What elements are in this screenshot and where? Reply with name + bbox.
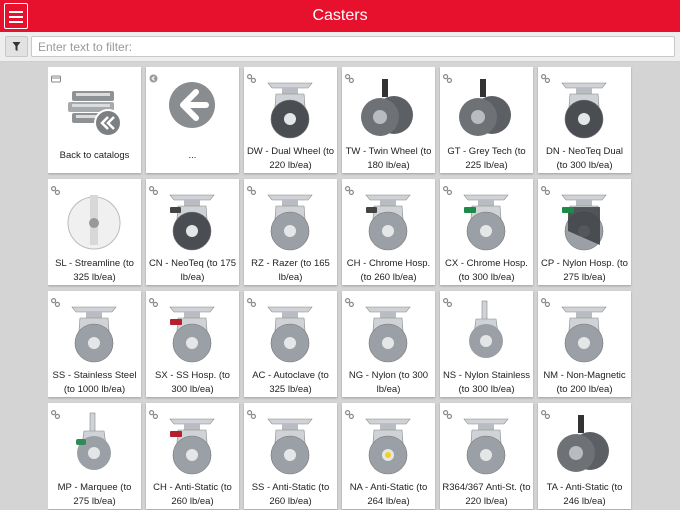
tile-label: RZ - Razer (to 165 lb/ea) [251,258,330,283]
catalog-tile[interactable]: NA - Anti-Static (to 264 lb/ea) [342,403,435,509]
tile-label: AC - Autoclave (to 325 lb/ea) [252,370,329,395]
caster-thumbnail [169,306,215,363]
catalog-tile[interactable]: SS - Stainless Steel (to 1000 lb/ea) [48,291,141,397]
catalog-tile[interactable]: DN - NeoTeq Dual (to 300 lb/ea) [538,67,631,173]
page-title: Casters [312,7,368,24]
tile-label: NG - Nylon (to 300 lb/ea) [348,370,429,395]
filter-button[interactable] [5,36,28,57]
caster-thumbnail [169,418,215,475]
caster-thumbnail [365,194,411,251]
funnel-icon [12,42,21,51]
tile-label: SS - Anti-Static (to 260 lb/ea) [251,482,330,507]
catalog-tile[interactable]: GT - Grey Tech (to 225 lb/ea) [440,67,533,173]
tile-label: DW - Dual Wheel (to 220 lb/ea) [246,146,335,171]
caster-thumbnail [68,91,122,137]
tile-label: NS - Nylon Stainless (to 300 lb/ea) [442,370,531,395]
catalog-tile[interactable]: SX - SS Hosp. (to 300 lb/ea) [146,291,239,397]
catalog-tile[interactable]: CN - NeoTeq (to 175 lb/ea) [146,179,239,285]
catalog-tile[interactable]: SS - Anti-Static (to 260 lb/ea) [244,403,337,509]
tile-label: CP - Nylon Hosp. (to 275 lb/ea) [541,258,628,283]
tile-label: CN - NeoTeq (to 175 lb/ea) [148,258,237,283]
caster-thumbnail [463,418,509,475]
caster-thumbnail [267,306,313,363]
caster-thumbnail [169,194,215,251]
catalog-tile[interactable]: NG - Nylon (to 300 lb/ea) [342,291,435,397]
caster-thumbnail [267,418,313,475]
caster-thumbnail [361,79,413,136]
tile-label: ... [188,150,197,161]
catalog-tile[interactable]: R364/367 Anti-St. (to 220 lb/ea) [440,403,533,509]
tile-label: MP - Marquee (to 275 lb/ea) [57,482,132,507]
caster-thumbnail [557,415,609,472]
tile-label: GT - Grey Tech (to 225 lb/ea) [447,146,526,171]
catalog-tile[interactable]: Back to catalogs [48,67,141,173]
caster-thumbnail [561,194,607,251]
tile-label: Back to catalogs [59,150,130,161]
catalog-tile[interactable]: RZ - Razer (to 165 lb/ea) [244,179,337,285]
caster-thumbnail [365,418,411,475]
tile-label: TW - Twin Wheel (to 180 lb/ea) [345,146,432,171]
catalog-tile[interactable]: CX - Chrome Hosp. (to 300 lb/ea) [440,179,533,285]
filter-bar [0,32,680,62]
tile-label: R364/367 Anti-St. (to 220 lb/ea) [442,482,531,507]
caster-thumbnail [267,82,313,139]
caster-thumbnail [365,306,411,363]
caster-thumbnail [469,300,503,358]
catalog-tile[interactable]: AC - Autoclave (to 325 lb/ea) [244,291,337,397]
tile-label: CX - Chrome Hosp. (to 300 lb/ea) [445,258,528,283]
caster-thumbnail [71,306,117,363]
catalog-tile[interactable]: DW - Dual Wheel (to 220 lb/ea) [244,67,337,173]
tile-label: NA - Anti-Static (to 264 lb/ea) [349,482,428,507]
catalog-tile[interactable]: TA - Anti-Static (to 246 lb/ea) [538,403,631,509]
caster-thumbnail [463,194,509,251]
catalog-tile[interactable]: CH - Anti-Static (to 260 lb/ea) [146,403,239,509]
catalog-tile[interactable]: CP - Nylon Hosp. (to 275 lb/ea) [538,179,631,285]
tile-label: TA - Anti-Static (to 246 lb/ea) [546,482,623,507]
catalog-tile[interactable]: NM - Non-Magnetic (to 200 lb/ea) [538,291,631,397]
caster-thumbnail [561,306,607,363]
caster-thumbnail [459,79,511,136]
filter-input[interactable] [31,36,675,57]
tile-label: NM - Non-Magnetic (to 200 lb/ea) [543,370,626,395]
tile-label: DN - NeoTeq Dual (to 300 lb/ea) [545,146,624,171]
caster-thumbnail [169,82,215,128]
catalog-tile[interactable]: ... [146,67,239,173]
tile-label: SL - Streamline (to 325 lb/ea) [55,258,134,283]
catalog-grid: Back to catalogs... DW - Dual Wheel (to 2… [48,67,636,510]
caster-thumbnail [267,194,313,251]
catalog-tile[interactable]: TW - Twin Wheel (to 180 lb/ea) [342,67,435,173]
tile-label: CH - Chrome Hosp. (to 260 lb/ea) [346,258,431,283]
caster-thumbnail [561,82,607,139]
title-bar: Casters [0,0,680,32]
caster-thumbnail [67,195,121,250]
tile-label: CH - Anti-Static (to 260 lb/ea) [153,482,232,507]
tile-label: SS - Stainless Steel (to 1000 lb/ea) [52,370,137,395]
tile-label: SX - SS Hosp. (to 300 lb/ea) [155,370,230,395]
catalog-tile[interactable]: MP - Marquee (to 275 lb/ea) [48,403,141,509]
catalog-tile[interactable]: SL - Streamline (to 325 lb/ea) [48,179,141,285]
catalog-tile[interactable]: NS - Nylon Stainless (to 300 lb/ea) [440,291,533,397]
catalog-tile[interactable]: CH - Chrome Hosp. (to 260 lb/ea) [342,179,435,285]
caster-thumbnail [76,412,111,470]
